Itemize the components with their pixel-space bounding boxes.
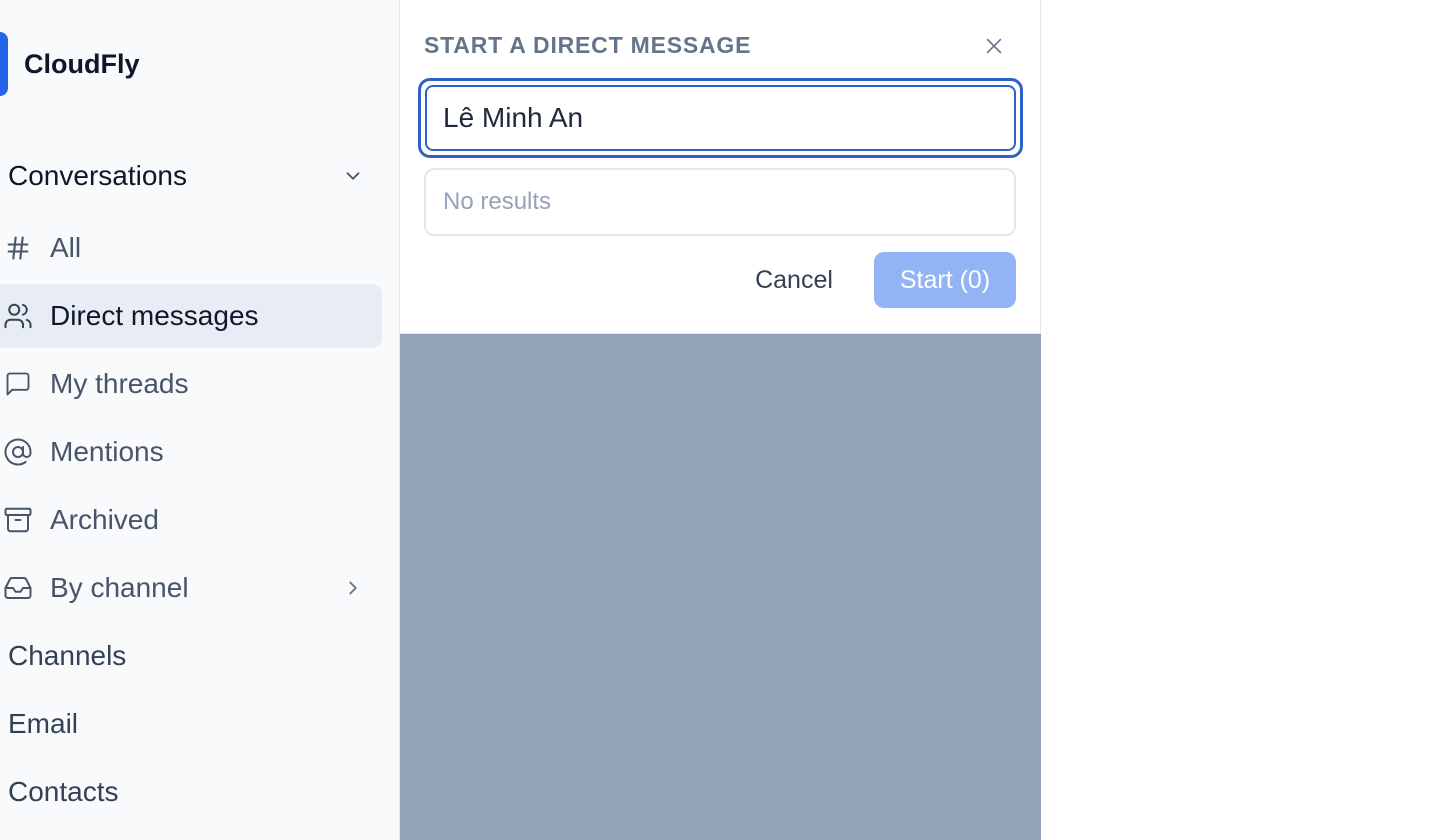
sidebar-item-mentions[interactable]: Mentions bbox=[0, 420, 382, 484]
close-icon bbox=[983, 35, 1005, 57]
sidebar-item-by-channel[interactable]: By channel bbox=[0, 556, 382, 620]
start-direct-message-dialog: START A DIRECT MESSAGE No results Cancel… bbox=[400, 0, 1041, 334]
sidebar: CloudFly Conversations All Direct messag… bbox=[0, 0, 400, 840]
chevron-down-icon bbox=[342, 165, 364, 187]
search-focus-ring bbox=[418, 78, 1023, 158]
brand-name: CloudFly bbox=[24, 49, 140, 79]
inbox-icon bbox=[2, 572, 34, 604]
sidebar-item-all[interactable]: All bbox=[0, 216, 382, 280]
archive-icon bbox=[2, 504, 34, 536]
start-button[interactable]: Start (0) bbox=[874, 252, 1016, 308]
search-input[interactable] bbox=[425, 85, 1016, 151]
sidebar-item-label: By channel bbox=[50, 572, 189, 603]
app-root: CloudFly Conversations All Direct messag… bbox=[0, 0, 1440, 840]
conversations-section-toggle[interactable]: Conversations bbox=[0, 148, 382, 204]
sidebar-item-contacts[interactable]: Contacts bbox=[8, 776, 119, 808]
sidebar-item-direct-messages[interactable]: Direct messages bbox=[0, 284, 382, 348]
sidebar-item-label: Archived bbox=[50, 504, 159, 535]
close-button[interactable] bbox=[978, 30, 1010, 62]
no-results-text: No results bbox=[443, 188, 552, 215]
sidebar-item-label: My threads bbox=[50, 368, 189, 399]
at-sign-icon bbox=[2, 436, 34, 468]
sidebar-item-my-threads[interactable]: My threads bbox=[0, 352, 382, 416]
section-title: Conversations bbox=[8, 160, 187, 191]
sidebar-item-archived[interactable]: Archived bbox=[0, 488, 382, 552]
brand-logo bbox=[0, 32, 8, 96]
message-square-icon bbox=[2, 368, 34, 400]
cancel-button[interactable]: Cancel bbox=[732, 252, 856, 308]
sidebar-item-email[interactable]: Email bbox=[8, 708, 78, 740]
sidebar-item-channels[interactable]: Channels bbox=[8, 640, 126, 672]
users-icon bbox=[2, 300, 34, 332]
dialog-title: START A DIRECT MESSAGE bbox=[424, 32, 752, 58]
hash-icon bbox=[2, 232, 34, 264]
search-results: No results bbox=[424, 168, 1016, 236]
sidebar-item-label: Direct messages bbox=[50, 300, 259, 331]
chevron-right-icon bbox=[342, 577, 364, 599]
sidebar-item-label: Mentions bbox=[50, 436, 164, 467]
sidebar-item-label: All bbox=[50, 232, 82, 263]
